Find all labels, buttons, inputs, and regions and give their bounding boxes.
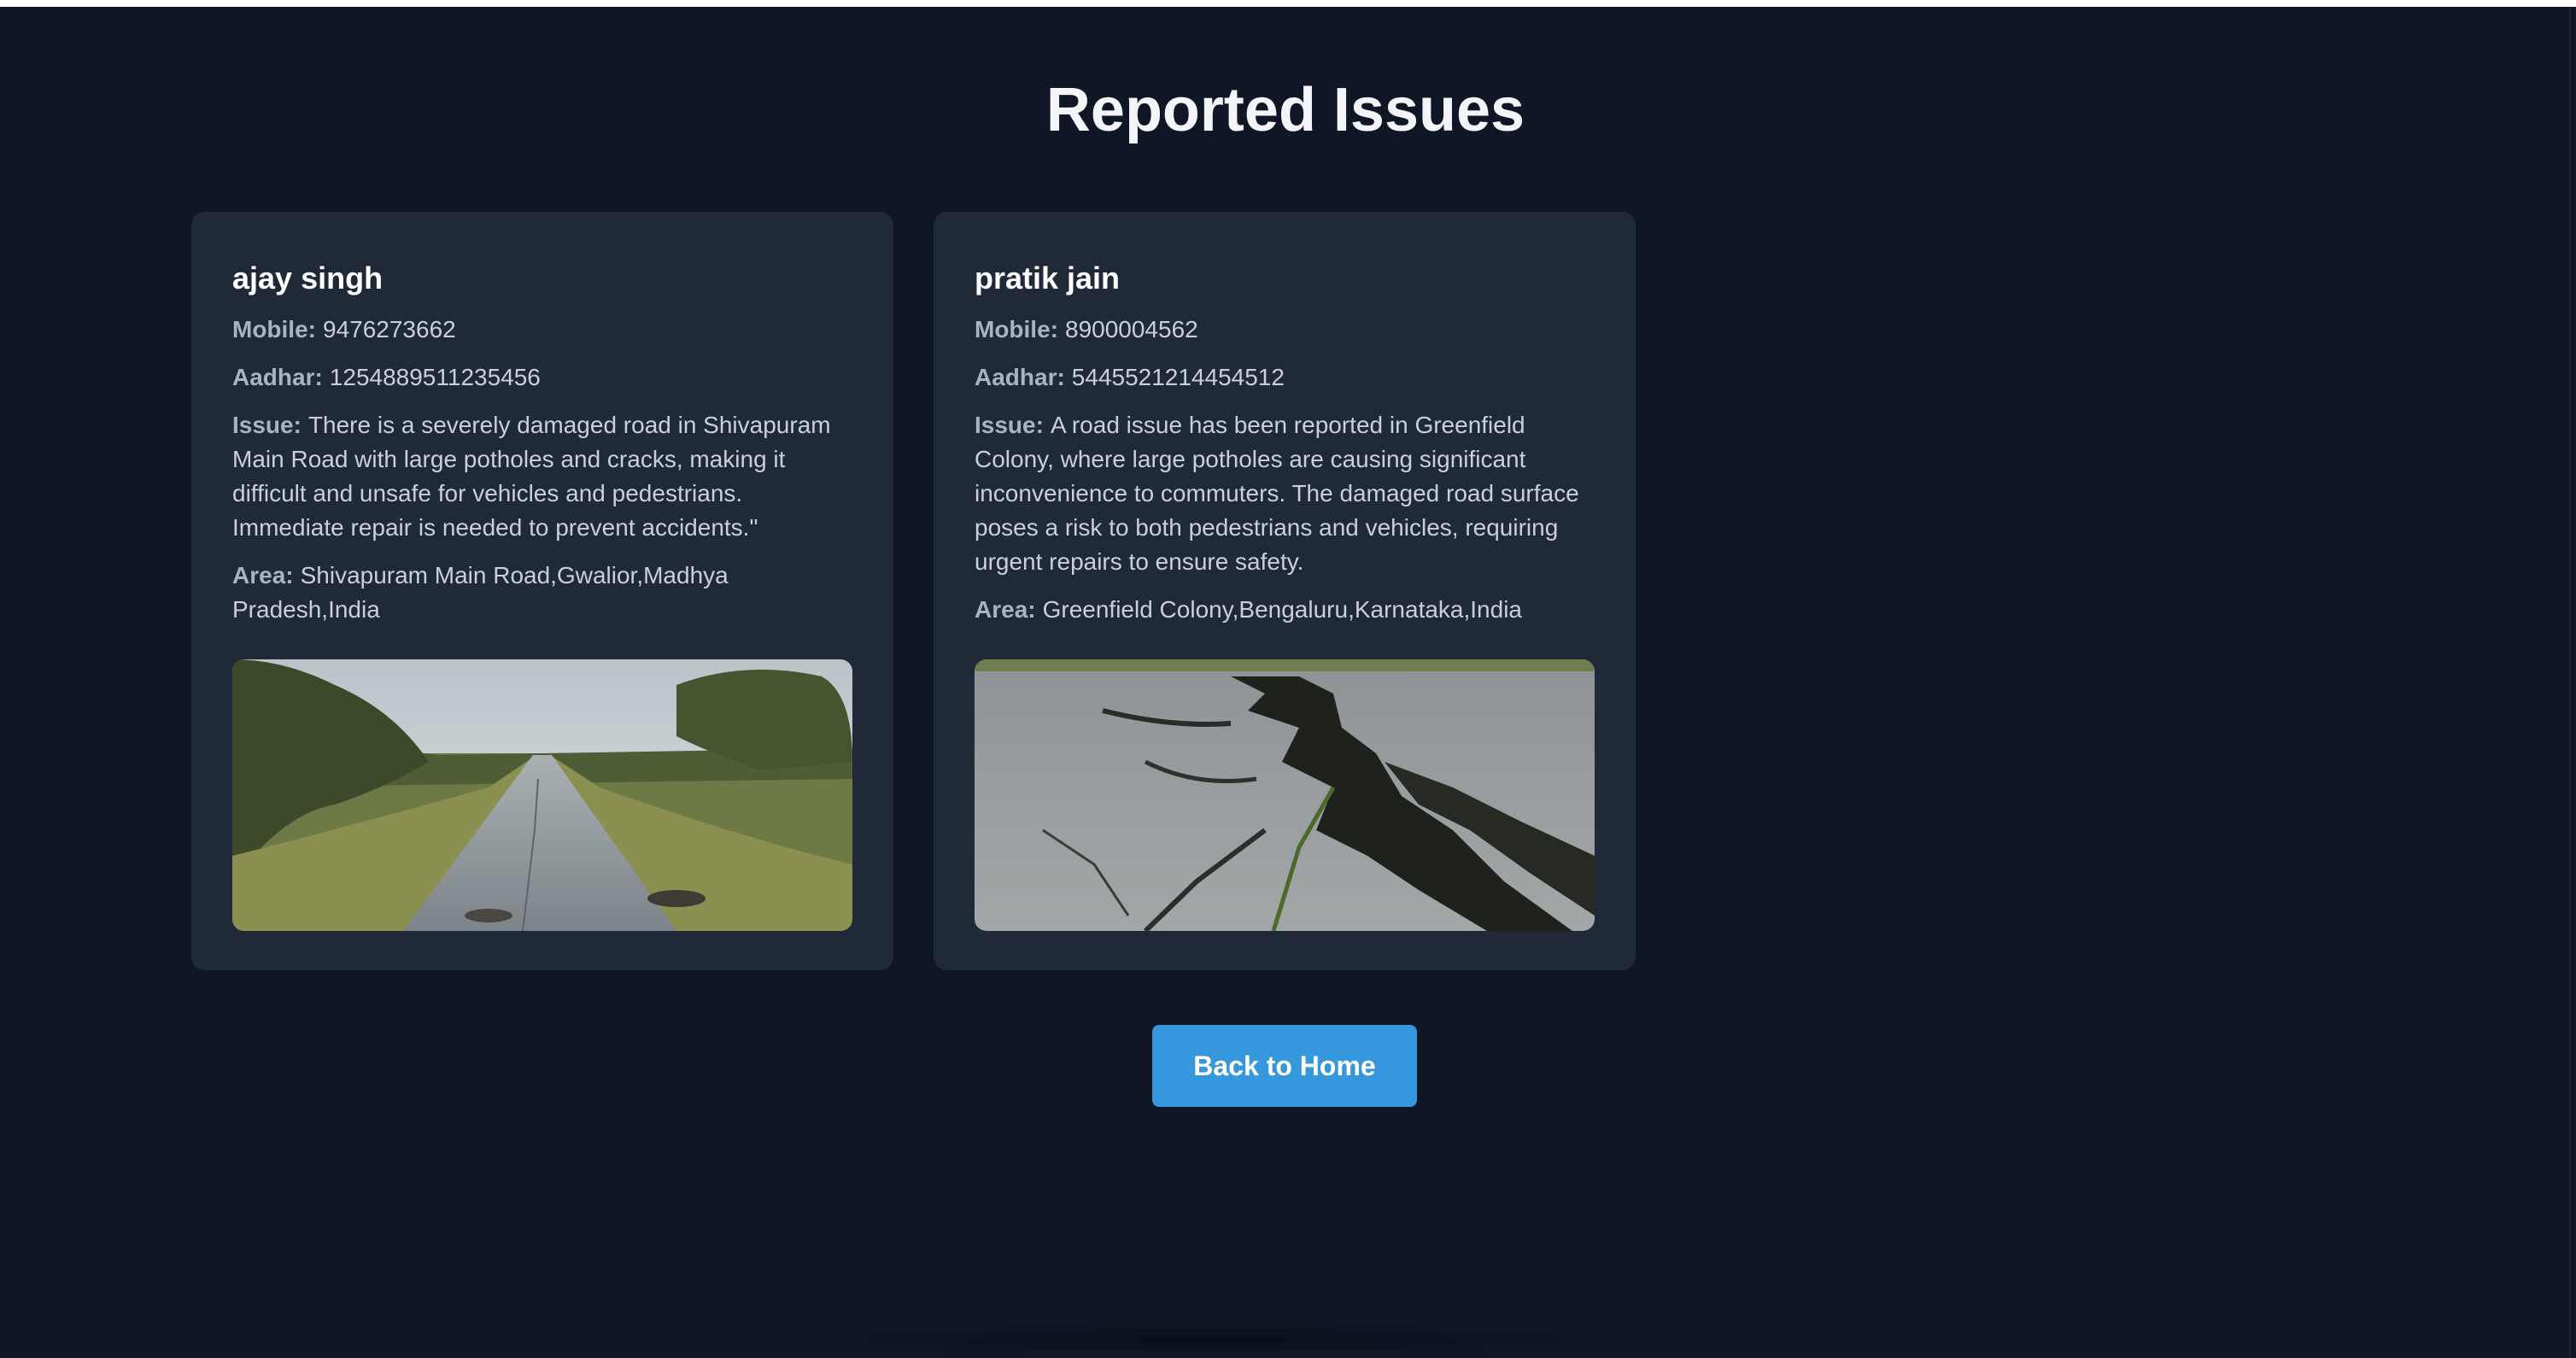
issue-field: Issue: A road issue has been reported in … [975, 408, 1595, 579]
mobile-field: Mobile: 8900004562 [975, 313, 1595, 347]
mobile-value: 9476273662 [323, 316, 456, 342]
issue-card-body: pratik jain Mobile: 8900004562 Aadhar: 544… [975, 260, 1595, 641]
area-value: Greenfield Colony,Bengaluru,Karnataka,In… [1042, 596, 1522, 623]
bottom-shadow [700, 1322, 1725, 1358]
page-title: Reported Issues [1045, 76, 1525, 144]
reporter-name: pratik jain [975, 260, 1121, 296]
issue-card: pratik jain Mobile: 8900004562 Aadhar: 544… [934, 212, 1636, 970]
area-field: Area: Greenfield Colony,Bengaluru,Karnata… [975, 593, 1595, 627]
area-value: Shivapuram Main Road,Gwalior,Madhya Prad… [232, 562, 729, 623]
page: Reported Issues ajay singh Mobile: 947627… [0, 7, 2576, 1358]
road-with-potholes-photo [232, 659, 852, 931]
aadhar-label: Aadhar: [975, 364, 1065, 390]
area-field: Area: Shivapuram Main Road,Gwalior,Madhya… [232, 559, 852, 627]
aadhar-value: 5445521214454512 [1071, 364, 1285, 390]
cracked-asphalt-photo [975, 659, 1595, 931]
aadhar-label: Aadhar: [232, 364, 323, 390]
mobile-label: Mobile: [232, 316, 316, 342]
browser-top-strip [0, 0, 2576, 7]
issue-value: A road issue has been reported in Greenf… [975, 412, 1579, 575]
mobile-label: Mobile: [975, 316, 1058, 342]
issue-card: ajay singh Mobile: 9476273662 Aadhar: 1254… [191, 212, 893, 970]
issue-label: Issue: [232, 412, 302, 438]
issue-value: There is a severely damaged road in Shiv… [232, 412, 831, 541]
aadhar-field: Aadhar: 5445521214454512 [975, 360, 1595, 395]
issue-field: Issue: There is a severely damaged road i… [232, 408, 852, 545]
mobile-value: 8900004562 [1065, 316, 1198, 342]
area-label: Area: [975, 596, 1036, 623]
reporter-name: ajay singh [232, 260, 383, 296]
aadhar-field: Aadhar: 1254889511235456 [232, 360, 852, 395]
mobile-field: Mobile: 9476273662 [232, 313, 852, 347]
issue-card-body: ajay singh Mobile: 9476273662 Aadhar: 1254… [232, 260, 852, 641]
aadhar-value: 1254889511235456 [329, 364, 541, 390]
scrollbar-track [2569, 7, 2571, 1358]
issue-label: Issue: [975, 412, 1044, 438]
area-label: Area: [232, 562, 294, 588]
back-to-home-button[interactable]: Back to Home [1152, 1025, 1417, 1107]
